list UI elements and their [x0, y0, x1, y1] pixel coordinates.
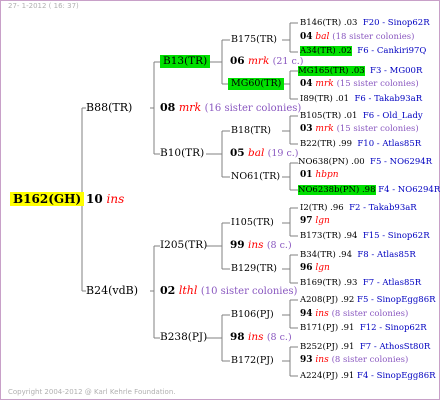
- gen5-leaf[interactable]: A224(PJ) .91 F4 - SinopEgg86R: [300, 372, 436, 381]
- gen4-node[interactable]: B106(PJ): [231, 310, 274, 320]
- gen5-leaf[interactable]: B173(TR) .94 F15 - Sinop62R: [300, 232, 430, 241]
- gen5-leaf[interactable]: B34(TR) .94 F8 - Atlas85R: [300, 251, 416, 260]
- gen5-leaf[interactable]: B146(TR) .03 F20 - Sinop62R: [300, 19, 430, 28]
- gen5-leaf[interactable]: B171(PJ) .91 F12 - Sinop62R: [300, 324, 427, 333]
- gen5-leaf[interactable]: B169(TR) .93 F7 - Atlas85R: [300, 279, 421, 288]
- gen4-progeny: 04 bal (18 sister colonies): [300, 32, 415, 42]
- gen4-progeny: 94 ins (8 sister colonies): [300, 309, 409, 319]
- gen4-progeny: 97 lgn: [300, 216, 330, 226]
- gen5-leaf[interactable]: I89(TR) .01 F6 - Takab93aR: [300, 95, 422, 104]
- gen3-progeny-b238: 98 ins (8 c.): [230, 331, 292, 343]
- root-progeny: 10 ins: [86, 192, 125, 206]
- gen5-leaf[interactable]: A34(TR) .02 F6 - Cankiri97Q: [300, 46, 426, 56]
- sire-progeny: 08 mrk (16 sister colonies): [160, 101, 302, 114]
- gen4-node[interactable]: B172(PJ): [231, 356, 274, 366]
- gen4-progeny: 03 mrk (15 sister colonies): [300, 124, 419, 134]
- gen5-leaf[interactable]: B22(TR) .99 F10 - Atlas85R: [300, 140, 421, 149]
- gen3-progeny-b10: 05 bal (19 c.): [230, 147, 299, 159]
- gen3-progeny-i205: 99 ins (8 c.): [230, 239, 292, 251]
- gen3-node-i205[interactable]: I205(TR): [160, 240, 207, 251]
- gen4-node[interactable]: B175(TR): [231, 35, 277, 45]
- gen3-node-b10[interactable]: B10(TR): [160, 148, 204, 159]
- dam-progeny: 02 lthl (10 sister colonies): [160, 284, 298, 297]
- gen4-node[interactable]: B129(TR): [231, 264, 277, 274]
- gen5-leaf[interactable]: I2(TR) .96 F2 - Takab93aR: [300, 204, 417, 213]
- gen4-progeny: 01 hbpn: [300, 170, 339, 180]
- gen4-node[interactable]: B18(TR): [231, 126, 271, 136]
- gen5-leaf[interactable]: B252(PJ) .91 F7 - AthosSt80R: [300, 343, 430, 352]
- dam-node[interactable]: B24(vdB): [86, 285, 138, 296]
- gen5-leaf[interactable]: B105(TR) .01 F6 - Old_Lady: [300, 112, 423, 121]
- gen3-node-b13[interactable]: B13(TR): [160, 55, 211, 68]
- gen5-leaf[interactable]: MG165(TR) .03 F3 - MG00R: [298, 66, 422, 76]
- timestamp-header: 27- 1-2012 ( 16: 37): [8, 2, 79, 10]
- root-queen-label: B162(GH): [13, 192, 82, 206]
- gen3-progeny-b13: 06 mrk (21 c.): [230, 55, 304, 67]
- gen4-progeny: 93 ins (8 sister colonies): [300, 355, 409, 365]
- gen4-progeny: 96 lgn: [300, 263, 330, 273]
- gen5-leaf[interactable]: A208(PJ) .92 F5 - SinopEgg86R: [300, 296, 436, 305]
- root-queen[interactable]: B162(GH): [10, 192, 85, 206]
- gen4-node[interactable]: NO61(TR): [231, 172, 280, 182]
- gen4-progeny: 04 mrk (15 sister colonies): [300, 79, 419, 89]
- gen3-node-b238[interactable]: B238(PJ): [160, 332, 207, 343]
- gen5-leaf[interactable]: NO638(PN) .00 F5 - NO6294R: [298, 158, 432, 167]
- copyright-footer: Copyright 2004-2012 @ Karl Kehrle Founda…: [8, 388, 176, 396]
- sire-node[interactable]: B88(TR): [86, 102, 132, 113]
- gen4-node[interactable]: I105(TR): [231, 218, 274, 228]
- gen5-leaf[interactable]: NO6238b(PN) .98 F4 - NO6294R: [298, 185, 440, 195]
- gen4-node[interactable]: MG60(TR): [228, 78, 285, 90]
